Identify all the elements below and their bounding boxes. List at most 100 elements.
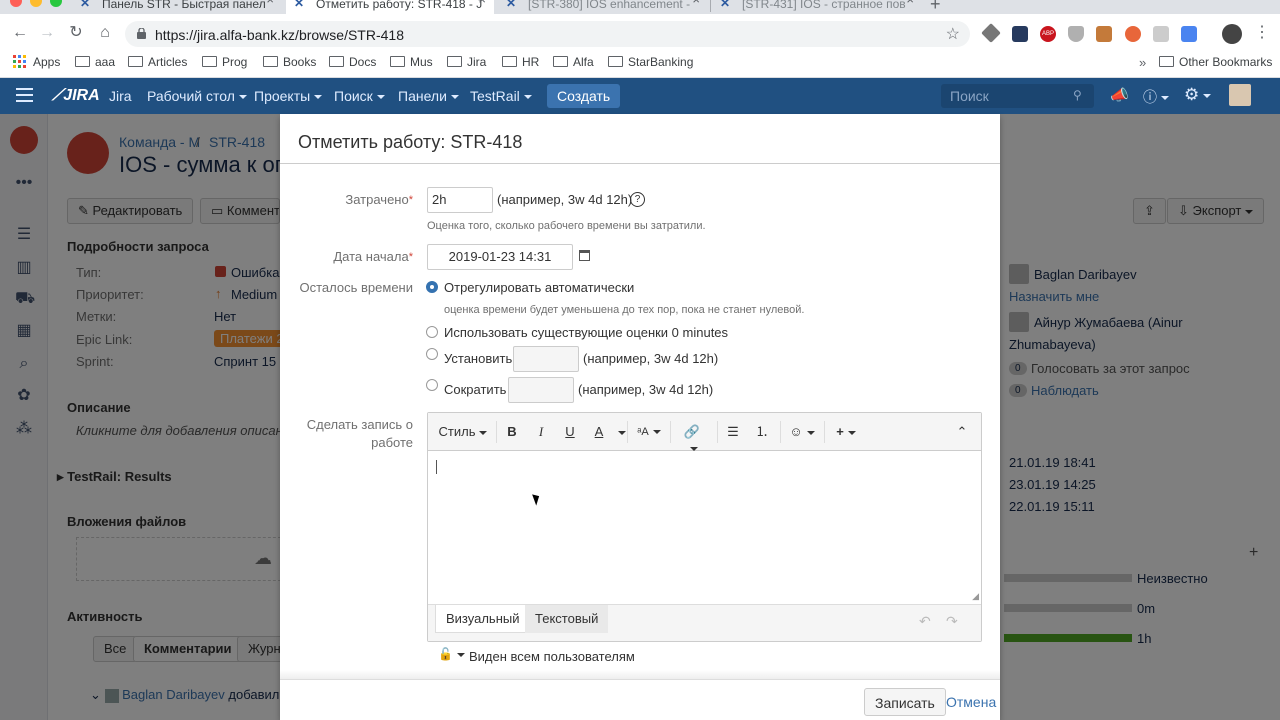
browser-tab-4[interactable]: ✕ [STR-431] IOS - странное пов × bbox=[712, 0, 922, 14]
browser-tab-3[interactable]: ✕ [STR-380] IOS enhancement - × bbox=[498, 0, 708, 14]
nav-search[interactable]: Поиск bbox=[334, 88, 385, 104]
tab-text[interactable]: Текстовый bbox=[525, 605, 609, 633]
fox-extension-icon[interactable] bbox=[1096, 26, 1112, 42]
option-set-label[interactable]: Установить bbox=[444, 351, 512, 367]
bookmark-other[interactable]: Other Bookmarks bbox=[1159, 55, 1272, 69]
worklog-textarea[interactable]: ◢ bbox=[428, 451, 981, 604]
window-minimize-dot[interactable] bbox=[30, 0, 42, 7]
bookmark-apps[interactable]: Apps bbox=[13, 55, 60, 69]
start-date-input[interactable]: 2019-01-23 14:31 bbox=[427, 244, 573, 270]
new-tab-icon[interactable]: + bbox=[930, 0, 941, 15]
bookmark-aaa[interactable]: aaa bbox=[75, 55, 115, 69]
close-tab-icon[interactable]: × bbox=[692, 0, 700, 6]
shield-extension-icon[interactable] bbox=[1068, 26, 1084, 42]
time-spent-input[interactable]: 2h bbox=[427, 187, 493, 213]
bullet-list-icon[interactable]: ☰ bbox=[725, 424, 741, 440]
bookmark-jira[interactable]: Jira bbox=[447, 55, 486, 69]
forward-icon[interactable]: → bbox=[37, 24, 57, 42]
tab-title: Панель STR - Быстрая панел bbox=[102, 0, 266, 11]
feedback-megaphone-icon[interactable]: 📣 bbox=[1110, 86, 1129, 104]
calendar-icon[interactable] bbox=[579, 250, 590, 261]
link-icon[interactable]: 🔗 bbox=[678, 424, 706, 451]
reload-icon[interactable]: ↻ bbox=[66, 24, 86, 42]
resize-handle-icon[interactable]: ◢ bbox=[972, 591, 979, 602]
search-input[interactable]: Поиск bbox=[941, 84, 1094, 108]
translate-extension-icon[interactable] bbox=[1181, 26, 1197, 42]
browser-tab-2[interactable]: ✕ Отметить работу: STR-418 - J × bbox=[286, 0, 494, 14]
close-tab-icon[interactable]: × bbox=[266, 0, 274, 6]
search-icon[interactable]: ⚲ bbox=[1073, 88, 1082, 102]
radio-reduce[interactable] bbox=[426, 379, 438, 391]
submit-button[interactable]: Записать bbox=[864, 688, 946, 716]
folder-icon bbox=[202, 56, 217, 67]
browser-menu-icon[interactable]: ⋮ bbox=[1252, 24, 1272, 42]
nav-projects[interactable]: Проекты bbox=[254, 88, 323, 104]
numbered-list-icon[interactable]: ⒈ bbox=[754, 424, 770, 440]
nav-dashboard[interactable]: Рабочий стол bbox=[147, 88, 247, 104]
underline-button[interactable]: U bbox=[562, 424, 578, 440]
window-maximize-dot[interactable] bbox=[50, 0, 62, 7]
undo-icon[interactable]: ↶ bbox=[919, 613, 931, 630]
bookmark-hr[interactable]: HR bbox=[502, 55, 539, 69]
settings-gear-icon[interactable]: ⚙ bbox=[1184, 85, 1212, 105]
italic-button[interactable]: I bbox=[533, 424, 549, 440]
bookmark-docs[interactable]: Docs bbox=[329, 55, 376, 69]
radio-use-existing[interactable] bbox=[426, 326, 438, 338]
collapse-toolbar-icon[interactable]: ⌃ bbox=[955, 424, 969, 440]
unlock-icon[interactable]: 🔓 bbox=[438, 647, 465, 661]
cast-extension-icon[interactable] bbox=[1153, 26, 1169, 42]
back-icon[interactable]: ← bbox=[10, 24, 30, 42]
style-dropdown[interactable]: Стиль bbox=[438, 424, 488, 440]
nav-testrail[interactable]: TestRail bbox=[470, 88, 532, 104]
app-switcher-icon[interactable] bbox=[16, 88, 33, 102]
orange-extension-icon[interactable] bbox=[1125, 26, 1141, 42]
bookmark-mus[interactable]: Mus bbox=[390, 55, 433, 69]
folder-icon bbox=[502, 56, 517, 67]
chevron-down-icon bbox=[376, 95, 385, 100]
nav-jira[interactable]: Jira bbox=[109, 88, 132, 104]
insert-more-icon[interactable]: + bbox=[832, 424, 860, 440]
jira-logo[interactable]: ⟋JIRA bbox=[52, 87, 100, 105]
bookmarks-overflow-icon[interactable]: » bbox=[1139, 55, 1146, 70]
books-extension-icon[interactable] bbox=[1012, 26, 1028, 42]
adblock-extension-icon[interactable]: ABP bbox=[1040, 26, 1056, 42]
folder-icon bbox=[75, 56, 90, 67]
set-estimate-input[interactable] bbox=[513, 346, 579, 372]
close-tab-icon[interactable]: × bbox=[478, 0, 486, 6]
cancel-link[interactable]: Отмена bbox=[936, 688, 1006, 716]
browser-tab-1[interactable]: ✕ Панель STR - Быстрая панел × bbox=[72, 0, 282, 14]
home-icon[interactable]: ⌂ bbox=[95, 24, 115, 42]
radio-set[interactable] bbox=[426, 348, 438, 360]
browser-toolbar: ← → ↻ ⌂ https://jira.alfa-bank.kz/browse… bbox=[0, 14, 1280, 52]
bookmark-alfa[interactable]: Alfa bbox=[553, 55, 594, 69]
option-reduce-label[interactable]: Сократить bbox=[444, 382, 506, 398]
create-button[interactable]: Создать bbox=[547, 84, 621, 108]
nav-panels[interactable]: Панели bbox=[398, 88, 459, 104]
radio-auto-adjust[interactable] bbox=[426, 281, 438, 293]
emoticon-icon[interactable]: ☺ bbox=[788, 424, 816, 440]
bookmark-starbanking[interactable]: StarBanking bbox=[608, 55, 693, 69]
bookmark-articles[interactable]: Articles bbox=[128, 55, 187, 69]
help-icon[interactable]: ? bbox=[630, 192, 645, 207]
option-auto-adjust-label[interactable]: Отрегулировать автоматически bbox=[444, 280, 634, 296]
profile-avatar-icon[interactable] bbox=[1222, 24, 1242, 44]
bookmark-prog[interactable]: Prog bbox=[202, 55, 247, 69]
bookmark-label: Books bbox=[283, 55, 317, 69]
user-avatar[interactable] bbox=[1229, 84, 1251, 106]
option-use-existing-label[interactable]: Использовать существующие оценки 0 minut… bbox=[444, 325, 728, 341]
bookmark-books[interactable]: Books bbox=[263, 55, 316, 69]
text-color-button[interactable]: A bbox=[592, 424, 606, 440]
tab-visual[interactable]: Визуальный bbox=[435, 605, 531, 633]
text-size-icon[interactable]: ᵃA bbox=[635, 424, 663, 440]
eyedropper-extension-icon[interactable] bbox=[981, 23, 1001, 43]
jira-favicon-icon: ✕ bbox=[720, 0, 731, 10]
help-icon[interactable]: ⓘ bbox=[1143, 87, 1169, 107]
text-color-dropdown-icon[interactable] bbox=[614, 424, 626, 440]
address-bar[interactable]: https://jira.alfa-bank.kz/browse/STR-418… bbox=[125, 21, 970, 47]
close-tab-icon[interactable]: × bbox=[906, 0, 914, 6]
reduce-estimate-input[interactable] bbox=[508, 377, 574, 403]
window-close-dot[interactable] bbox=[10, 0, 22, 7]
bookmark-star-icon[interactable]: ☆ bbox=[946, 24, 960, 44]
redo-icon[interactable]: ↷ bbox=[946, 613, 958, 630]
bold-button[interactable]: B bbox=[504, 424, 520, 440]
